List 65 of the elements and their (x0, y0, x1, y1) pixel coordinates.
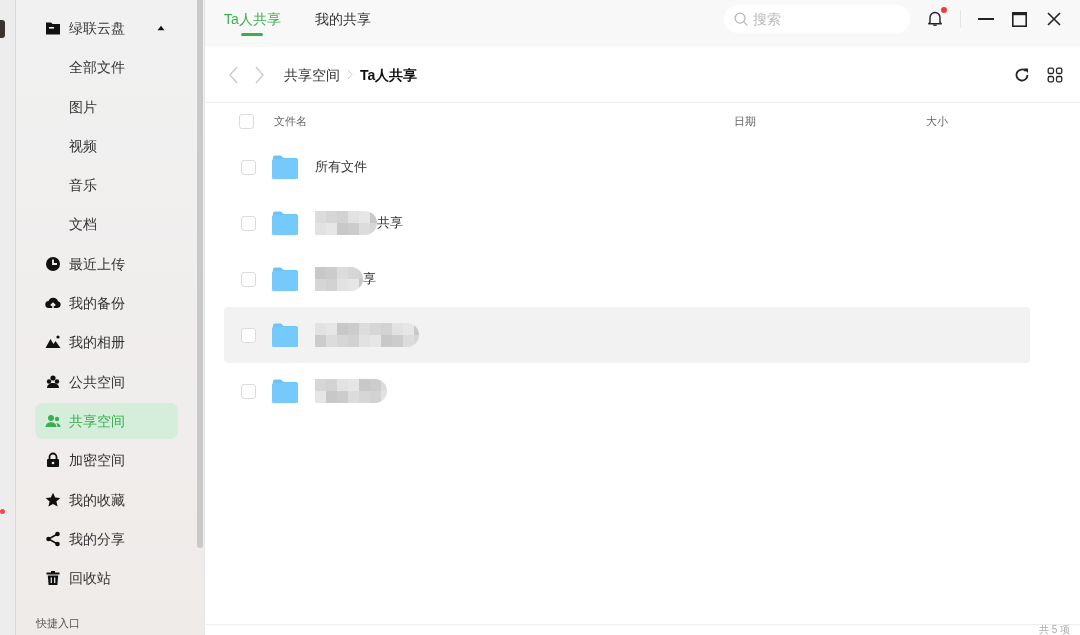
sidebar-item[interactable]: 加密空间 (35, 442, 178, 479)
clock-icon (45, 255, 61, 272)
checkbox[interactable] (241, 383, 256, 399)
caret-up-icon[interactable] (157, 25, 165, 31)
close-button[interactable] (1046, 11, 1062, 27)
refresh-icon (1014, 66, 1030, 83)
folder-icon (272, 323, 299, 347)
minimize-icon (978, 18, 994, 20)
folder-icon (272, 379, 299, 403)
section-label: 快捷入口 (36, 617, 81, 631)
breadcrumb-separator-icon (347, 69, 353, 80)
column-header: 大小 (926, 114, 949, 128)
trash-icon (45, 570, 61, 587)
lock-icon (45, 452, 61, 469)
sidebar-item[interactable]: 公共空间 (35, 363, 178, 400)
partial-app-icon (0, 20, 5, 38)
maximize-icon (1011, 11, 1027, 27)
star-icon (45, 491, 61, 508)
file-name: 共享 (377, 214, 403, 232)
scrollbar-thumb[interactable] (197, 0, 203, 548)
sidebar-item[interactable]: 音乐 (35, 167, 178, 204)
folder-icon (272, 211, 299, 235)
tab[interactable]: 我的共享 (314, 0, 371, 47)
checkbox[interactable] (241, 271, 256, 287)
checkbox[interactable] (241, 159, 256, 175)
file-row[interactable] (224, 307, 1030, 363)
refresh-button[interactable] (1014, 66, 1030, 83)
bell-icon (927, 10, 943, 26)
item-count: 共 5 项 (1038, 625, 1070, 635)
sidebar-item[interactable]: 全部文件 (35, 49, 178, 86)
chevron-right-icon (254, 65, 266, 84)
sidebar-item[interactable]: 我的收藏 (35, 481, 178, 518)
close-icon (1047, 12, 1061, 26)
grid-view-button[interactable] (1047, 66, 1063, 83)
sidebar-item[interactable]: 视频 (35, 127, 178, 164)
breadcrumb-link[interactable]: 共享空间 (284, 65, 340, 84)
people-group-icon (45, 373, 61, 390)
sidebar-item[interactable]: 文档 (35, 206, 178, 243)
checkbox[interactable] (241, 215, 256, 231)
sidebar-item[interactable]: 绿联云盘 (35, 10, 178, 46)
sidebar-item[interactable]: 回收站 (35, 560, 178, 597)
sidebar-item[interactable]: 我的备份 (35, 285, 178, 322)
share-icon (45, 530, 61, 547)
sidebar-item[interactable]: 最近上传 (35, 245, 178, 282)
sidebar-item[interactable]: 我的分享 (35, 520, 178, 557)
checkbox[interactable] (239, 113, 254, 129)
users-icon (45, 412, 61, 429)
mountain-icon (45, 334, 61, 351)
checkbox[interactable] (241, 327, 256, 343)
chevron-left-icon (227, 65, 239, 84)
sidebar-item[interactable]: 图片 (35, 88, 178, 125)
folder-icon (272, 155, 299, 179)
column-header: 文件名 (274, 114, 308, 128)
folder-icon (272, 267, 299, 291)
search-icon (734, 12, 749, 27)
file-name: 所有文件 (315, 158, 367, 176)
maximize-button[interactable] (1011, 11, 1027, 27)
file-name: 享 (363, 270, 376, 288)
folder-icon (45, 20, 61, 36)
notification-button[interactable] (927, 10, 945, 28)
search-field[interactable]: 搜索 (724, 5, 910, 33)
sidebar-item[interactable]: 我的相册 (35, 324, 178, 361)
column-header: 日期 (734, 114, 757, 128)
grid-view-icon (1047, 66, 1063, 83)
breadcrumb-current: Ta人共享 (360, 65, 418, 84)
